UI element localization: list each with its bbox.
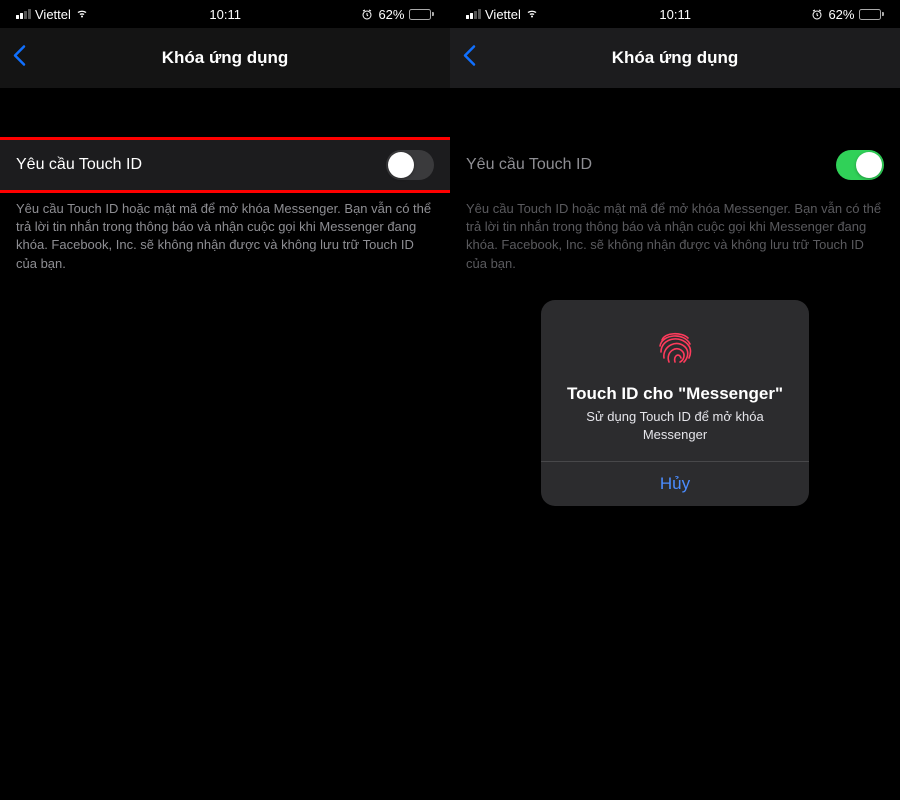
highlighted-row: Yêu cầu Touch ID — [0, 137, 453, 193]
status-left: Viettel — [16, 7, 89, 22]
carrier-label: Viettel — [35, 7, 71, 22]
wifi-icon — [75, 7, 89, 21]
phone-screen-left: Viettel 10:11 62% Khóa ứng dụng Yêu cầu … — [0, 0, 450, 800]
carrier-label: Viettel — [485, 7, 521, 22]
content: Yêu cầu Touch ID Yêu cầu Touch ID hoặc m… — [0, 88, 450, 283]
description-text: Yêu cầu Touch ID hoặc mật mã để mở khóa … — [450, 190, 900, 283]
status-right: 62% — [361, 7, 434, 22]
battery-percent: 62% — [828, 7, 854, 22]
status-right: 62% — [811, 7, 884, 22]
alarm-icon — [811, 8, 823, 20]
touch-id-toggle[interactable] — [386, 150, 434, 180]
content: Yêu cầu Touch ID Yêu cầu Touch ID hoặc m… — [450, 88, 900, 283]
signal-icon — [16, 9, 31, 19]
clock: 10:11 — [209, 7, 241, 22]
wifi-icon — [525, 7, 539, 21]
touch-id-row[interactable]: Yêu cầu Touch ID — [450, 140, 900, 190]
battery-percent: 62% — [378, 7, 404, 22]
status-left: Viettel — [466, 7, 539, 22]
toggle-knob — [388, 152, 414, 178]
cancel-button[interactable]: Hủy — [541, 461, 809, 506]
back-button[interactable] — [462, 43, 476, 74]
clock: 10:11 — [659, 7, 691, 22]
fingerprint-icon — [650, 320, 700, 370]
battery-icon — [859, 9, 884, 20]
alarm-icon — [361, 8, 373, 20]
status-bar: Viettel 10:11 62% — [450, 0, 900, 28]
phone-screen-right: Viettel 10:11 62% Khóa ứng dụng Yêu cầu … — [450, 0, 900, 800]
signal-icon — [466, 9, 481, 19]
touch-id-prompt: Touch ID cho "Messenger" Sử dụng Touch I… — [541, 300, 809, 506]
battery-icon — [409, 9, 434, 20]
touch-id-toggle[interactable] — [836, 150, 884, 180]
modal-body: Touch ID cho "Messenger" Sử dụng Touch I… — [541, 300, 809, 461]
description-text: Yêu cầu Touch ID hoặc mật mã để mở khóa … — [0, 190, 450, 283]
modal-title: Touch ID cho "Messenger" — [557, 384, 793, 404]
page-title: Khóa ứng dụng — [612, 48, 739, 68]
status-bar: Viettel 10:11 62% — [0, 0, 450, 28]
nav-header: Khóa ứng dụng — [450, 28, 900, 88]
touch-id-row[interactable]: Yêu cầu Touch ID — [0, 140, 450, 190]
touch-id-label: Yêu cầu Touch ID — [16, 156, 142, 174]
modal-subtitle: Sử dụng Touch ID để mở khóa Messenger — [557, 408, 793, 443]
page-title: Khóa ứng dụng — [162, 48, 289, 68]
toggle-knob — [856, 152, 882, 178]
touch-id-label: Yêu cầu Touch ID — [466, 156, 592, 174]
nav-header: Khóa ứng dụng — [0, 28, 450, 88]
back-button[interactable] — [12, 43, 26, 74]
